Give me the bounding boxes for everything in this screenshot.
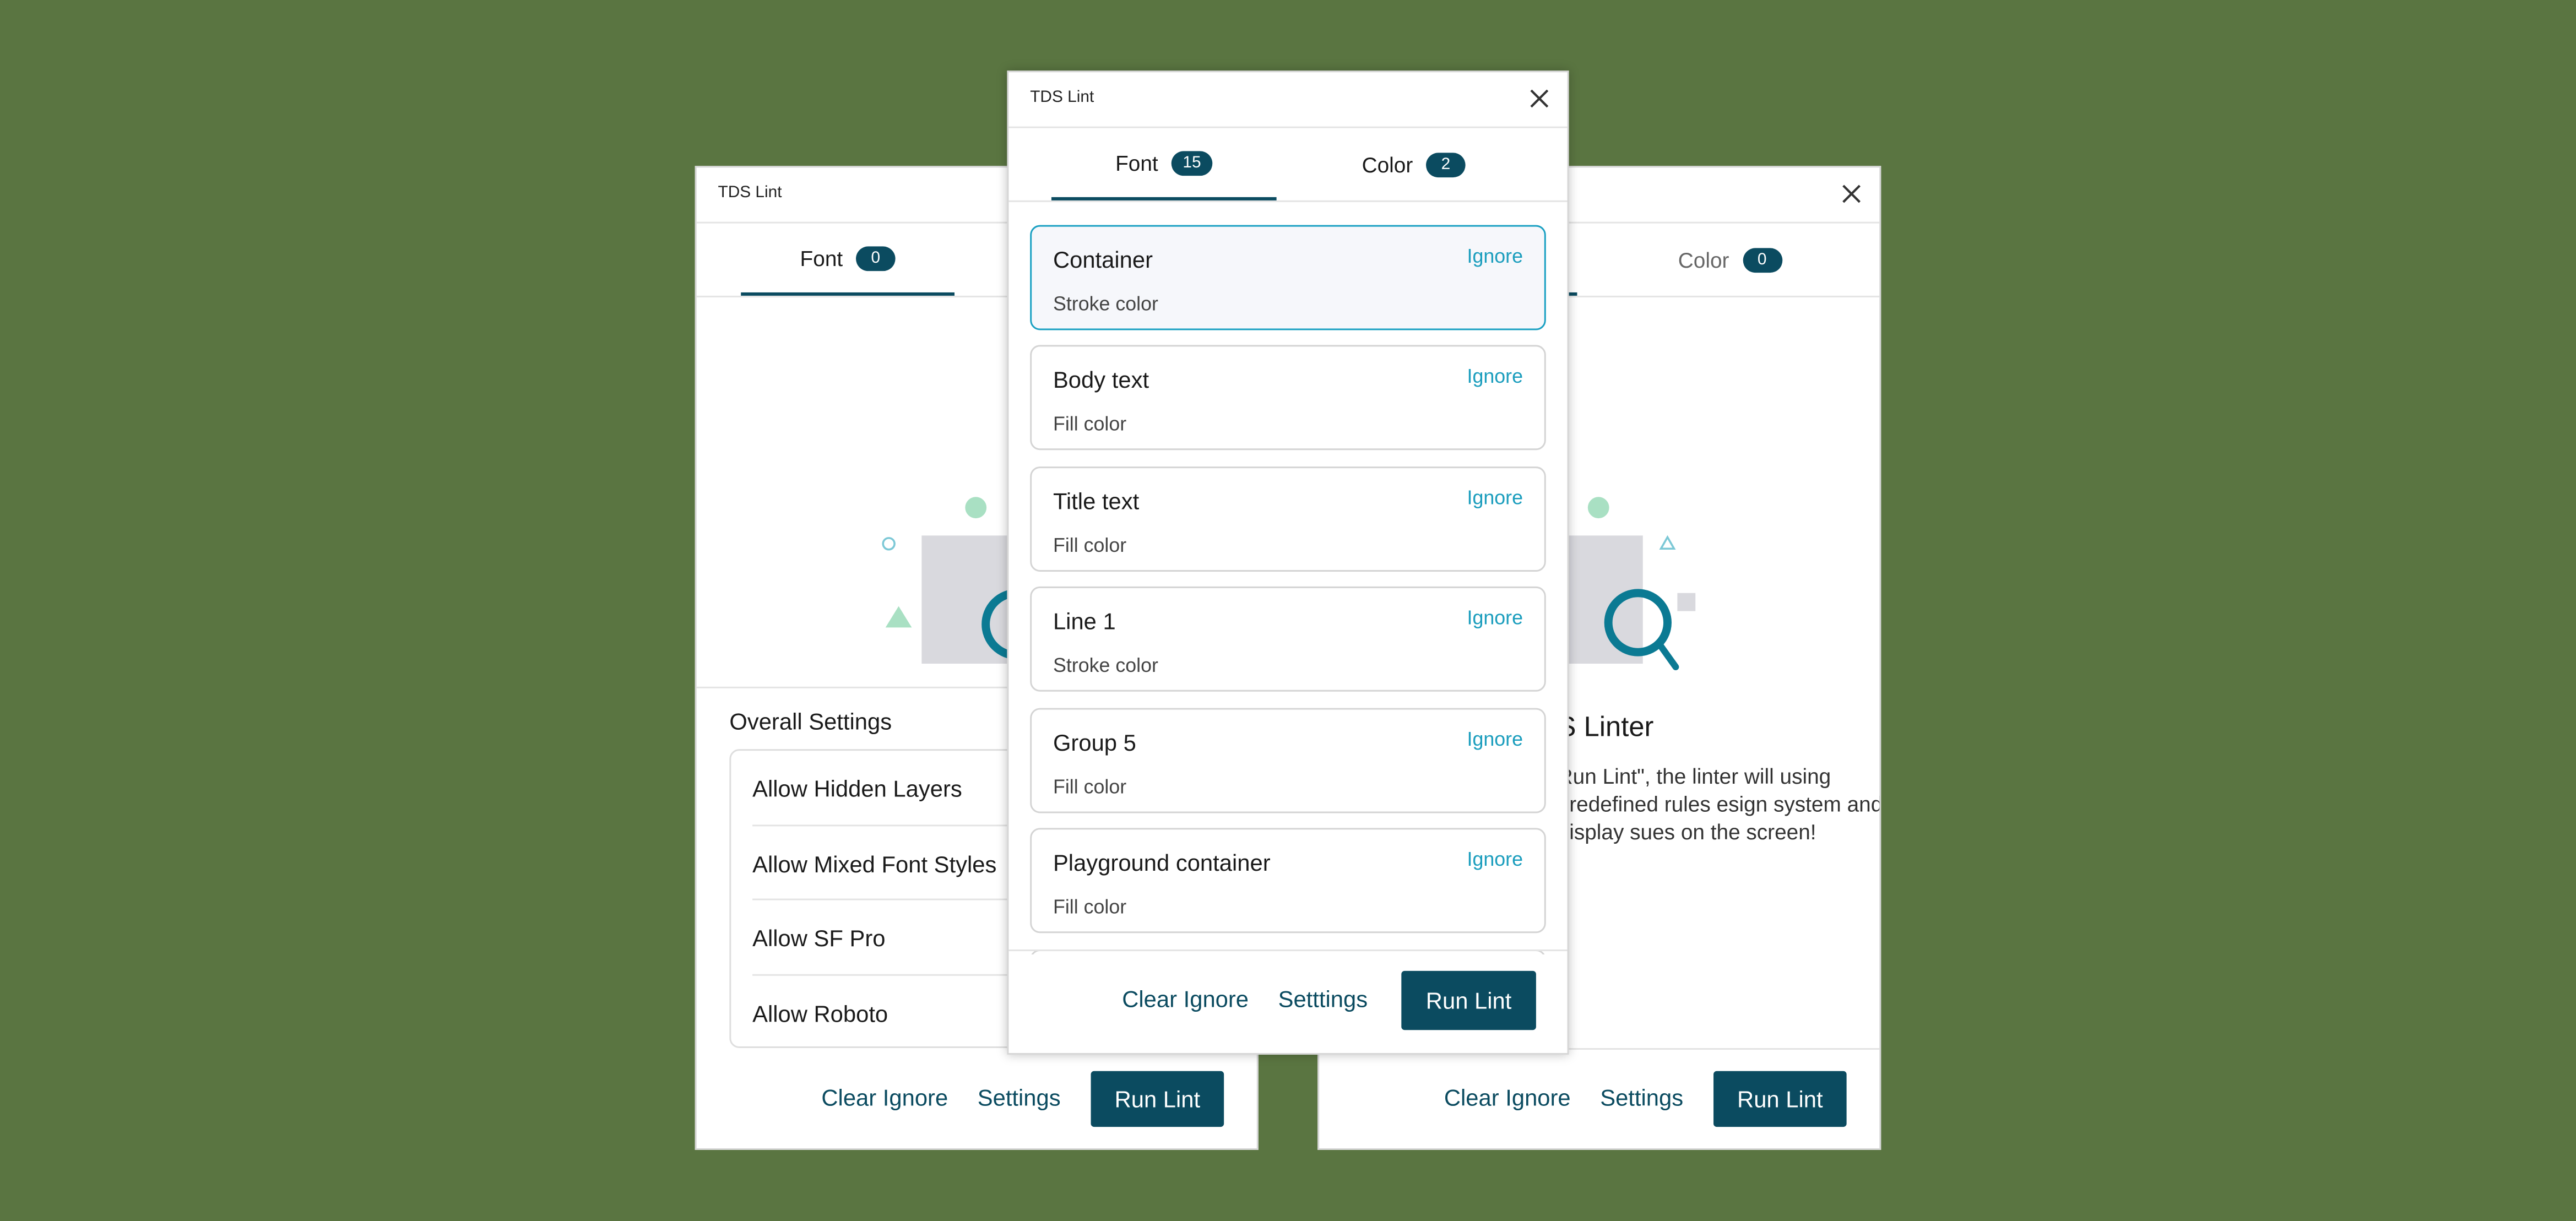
tab-font-label: Font xyxy=(800,245,843,270)
gray-square-shape xyxy=(1677,593,1696,611)
empty-state-heading: S Linter xyxy=(1557,711,1654,743)
issue-card[interactable]: Title text Fill color Ignore xyxy=(1030,466,1546,572)
issue-type: Fill color xyxy=(1053,895,1127,919)
issue-type: Fill color xyxy=(1053,534,1127,557)
window-title: TDS Lint xyxy=(1030,89,1094,107)
tab-color-count-badge: 0 xyxy=(1742,247,1782,272)
empty-state-illustration xyxy=(1549,497,1696,670)
run-lint-button[interactable]: Run Lint xyxy=(1713,1071,1847,1127)
clear-ignore-link[interactable]: Clear Ignore xyxy=(1444,1084,1571,1111)
green-triangle-shape xyxy=(885,606,912,628)
ignore-link[interactable]: Ignore xyxy=(1467,728,1523,751)
tab-color-label: Color xyxy=(1362,151,1413,177)
issue-card[interactable]: Container Stroke color Ignore xyxy=(1030,225,1546,330)
run-lint-button[interactable]: Run Lint xyxy=(1401,970,1536,1030)
green-circle-shape xyxy=(965,497,987,519)
center-lint-window: TDS Lint Font 15 Color 2 Container Strok… xyxy=(1007,70,1569,1055)
ignore-link[interactable]: Ignore xyxy=(1467,245,1523,268)
outline-triangle-shape xyxy=(1659,535,1676,550)
close-icon[interactable] xyxy=(1839,181,1865,207)
clear-ignore-link[interactable]: Clear Ignore xyxy=(821,1084,948,1111)
green-circle-shape xyxy=(1587,497,1609,519)
issue-type: Stroke color xyxy=(1053,654,1158,677)
tab-font-count-badge: 15 xyxy=(1171,150,1213,175)
issue-card[interactable]: Playground container Fill color Ignore xyxy=(1030,828,1546,934)
clear-ignore-link[interactable]: Clear Ignore xyxy=(1122,986,1249,1012)
run-lint-button[interactable]: Run Lint xyxy=(1091,1071,1224,1127)
ignore-link[interactable]: Ignore xyxy=(1467,606,1523,630)
issue-layer-name: Group 5 xyxy=(1053,729,1136,756)
settings-link[interactable]: Settings xyxy=(978,1084,1061,1111)
issue-type: Fill color xyxy=(1053,412,1127,436)
window-title: TDS Lint xyxy=(718,184,782,202)
issue-layer-name: Playground container xyxy=(1053,849,1271,876)
tab-font-count-badge: 0 xyxy=(856,245,896,270)
ignore-link[interactable]: Ignore xyxy=(1467,848,1523,871)
issue-layer-name: Body text xyxy=(1053,366,1149,393)
tab-font[interactable]: Font 0 xyxy=(741,224,955,296)
tab-color[interactable]: Color 2 xyxy=(1301,128,1526,200)
footer-bar: Clear Ignore Settings Run Lint xyxy=(1319,1048,1880,1148)
issue-type: Fill color xyxy=(1053,775,1127,799)
settings-link[interactable]: Settings xyxy=(1600,1084,1683,1111)
footer-bar: Clear Ignore Setttings Run Lint xyxy=(1008,949,1568,1053)
tab-font[interactable]: Font 15 xyxy=(1051,128,1277,200)
issue-layer-name: Title text xyxy=(1053,487,1140,514)
outline-circle-shape xyxy=(882,537,896,551)
ignore-link[interactable]: Ignore xyxy=(1467,486,1523,509)
settings-heading: Overall Settings xyxy=(729,708,892,735)
title-bar: TDS Lint xyxy=(1008,72,1568,128)
issue-list: Container Stroke color Ignore Body text … xyxy=(1008,202,1567,954)
close-icon[interactable] xyxy=(1526,85,1553,112)
tab-color-count-badge: 2 xyxy=(1426,151,1466,177)
ignore-link[interactable]: Ignore xyxy=(1467,365,1523,388)
issue-type: Stroke color xyxy=(1053,292,1158,316)
settings-link[interactable]: Setttings xyxy=(1278,986,1368,1012)
tab-color[interactable]: Color 0 xyxy=(1648,224,1812,296)
scene: TDS Lint Font 0 Overall Settings Allow H… xyxy=(0,0,2576,1220)
empty-state-description: Run Lint", the linter will using predefi… xyxy=(1557,763,1881,845)
tab-font-label: Font xyxy=(1115,150,1158,175)
tab-color-label: Color xyxy=(1678,247,1729,272)
tab-bar: Font 15 Color 2 xyxy=(1008,128,1568,202)
issue-layer-name: Container xyxy=(1053,246,1153,273)
issue-card[interactable]: Body text Fill color Ignore xyxy=(1030,345,1546,451)
issue-card[interactable]: Line 1 Stroke color Ignore xyxy=(1030,586,1546,692)
issue-card[interactable]: Group 5 Fill color Ignore xyxy=(1030,708,1546,813)
issue-layer-name: Line 1 xyxy=(1053,607,1116,634)
